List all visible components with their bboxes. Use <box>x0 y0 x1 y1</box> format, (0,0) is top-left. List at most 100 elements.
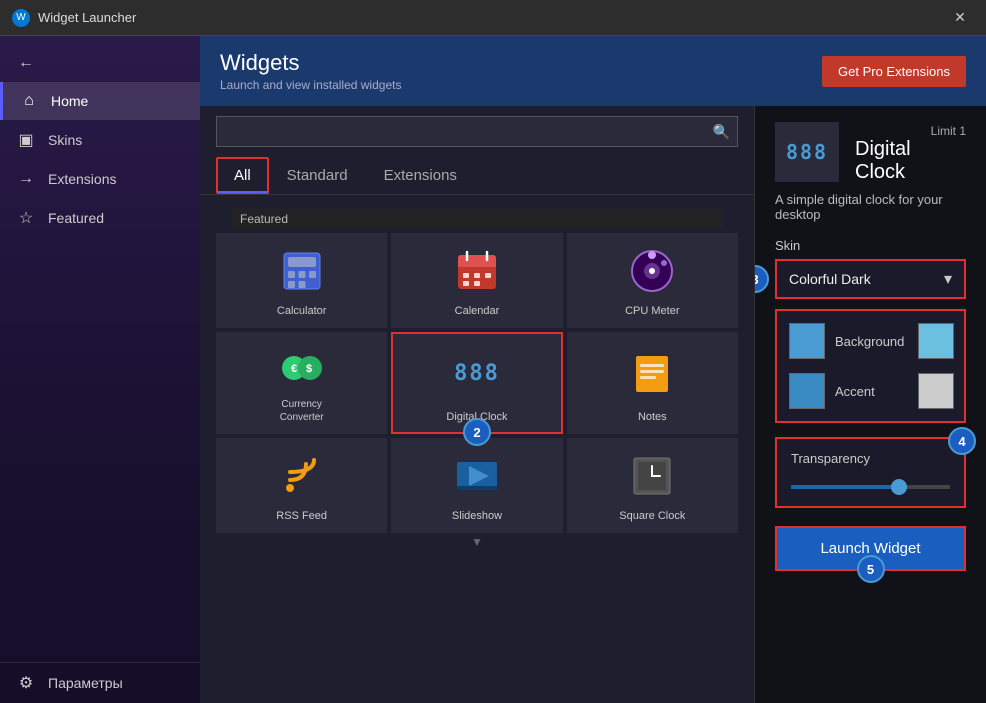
slideshow-label: Slideshow <box>452 509 502 523</box>
main-content: Widgets Launch and view installed widget… <box>200 36 986 703</box>
filter-tabs: All Standard Extensions <box>200 157 754 195</box>
sidebar-item-featured[interactable]: ☆ Featured <box>0 198 200 238</box>
sidebar-label-featured: Featured <box>48 210 104 226</box>
header-left: Widgets Launch and view installed widget… <box>220 50 401 92</box>
sidebar-label-skins: Skins <box>48 132 82 148</box>
svg-text:$: $ <box>306 363 312 375</box>
app-layout: ← ⌂ Home ▣ Skins → Extensions ☆ Featured… <box>0 36 986 703</box>
sidebar-label-home: Home <box>51 93 88 109</box>
swatch-background: Background <box>789 323 904 359</box>
notes-icon <box>628 344 676 404</box>
sidebar-item-back[interactable]: ← <box>0 44 200 82</box>
widget-tile-rss-feed[interactable]: RSS Feed <box>216 438 387 533</box>
swatch-accent-color[interactable] <box>789 373 825 409</box>
widget-grid-container: Featured Calculator <box>200 199 754 703</box>
skin-dropdown[interactable]: Colorful Dark Classic Minimal Dark <box>777 261 964 297</box>
extensions-icon: → <box>16 170 36 188</box>
detail-limit-row: Limit 1 <box>855 122 966 138</box>
swatch-font-color-label: Font Color <box>964 376 966 406</box>
header-subtitle: Launch and view installed widgets <box>220 78 401 92</box>
tab-all[interactable]: All <box>216 157 269 194</box>
calculator-icon <box>278 245 326 298</box>
sidebar-item-settings[interactable]: ⚙ Параметры <box>0 663 200 703</box>
widget-tile-notes[interactable]: Notes <box>567 332 738 434</box>
square-clock-label: Square Clock <box>619 509 685 523</box>
launch-btn-wrapper: Launch Widget 5 <box>775 526 966 571</box>
tab-extensions[interactable]: Extensions <box>366 157 475 194</box>
callout-3: 3 <box>755 265 769 293</box>
title-bar-text: Widget Launcher <box>38 10 938 25</box>
swatch-accent: Accent <box>789 373 904 409</box>
detail-panel: 888 Limit 1 Digital Clock A simple digit… <box>755 106 986 703</box>
sidebar-item-extensions[interactable]: → Extensions <box>0 160 200 198</box>
transparency-slider[interactable] <box>791 485 950 489</box>
detail-title-area: Limit 1 Digital Clock <box>855 122 966 184</box>
close-button[interactable]: ✕ <box>946 4 974 32</box>
swatch-background-label: Background <box>835 334 904 349</box>
search-icon: 🔍 <box>713 123 730 140</box>
header: Widgets Launch and view installed widget… <box>200 36 986 106</box>
callout-4: 4 <box>948 427 976 455</box>
calendar-label: Calendar <box>455 304 500 318</box>
digital-clock-icon: 888 <box>454 344 500 404</box>
widget-list-panel: 🔍 All Standard Extensions Featured <box>200 106 755 703</box>
sidebar-item-home[interactable]: ⌂ Home <box>0 82 200 120</box>
skin-label: Skin <box>775 238 966 253</box>
swatch-border-label: Border <box>964 334 966 349</box>
notes-label: Notes <box>638 410 667 424</box>
callout-2: 2 <box>463 418 491 446</box>
widget-tile-digital-clock[interactable]: 888 Digital Clock 2 <box>391 332 562 434</box>
currency-converter-icon: €$ <box>278 344 326 392</box>
currency-converter-label: CurrencyConverter <box>280 398 324 424</box>
detail-limit: Limit 1 <box>931 124 966 138</box>
scroll-down-indicator: ▼ <box>216 533 738 551</box>
skin-dropdown-container: Colorful Dark Classic Minimal Dark ▾ <box>777 261 964 297</box>
calculator-label: Calculator <box>277 304 327 318</box>
detail-widget-name: Digital Clock <box>855 138 966 184</box>
detail-header: 888 Limit 1 Digital Clock <box>775 122 966 184</box>
widget-tile-calculator[interactable]: Calculator <box>216 233 387 328</box>
get-pro-button[interactable]: Get Pro Extensions <box>822 56 966 87</box>
widget-grid: Calculator Calendar <box>216 233 738 533</box>
settings-icon: ⚙ <box>16 673 36 693</box>
swatch-font-color-color[interactable] <box>918 373 954 409</box>
featured-badge: Featured <box>232 209 722 229</box>
tab-standard[interactable]: Standard <box>269 157 366 194</box>
detail-preview: 888 <box>775 122 839 182</box>
sidebar-bottom: ⚙ Параметры <box>0 662 200 703</box>
content-area: 🔍 All Standard Extensions Featured <box>200 106 986 703</box>
home-icon: ⌂ <box>19 92 39 110</box>
swatch-border: Border <box>918 323 966 359</box>
square-clock-icon <box>628 450 676 503</box>
callout-5: 5 <box>857 555 885 583</box>
swatch-border-color[interactable] <box>918 323 954 359</box>
cpu-meter-label: CPU Meter <box>625 304 679 318</box>
svg-text:€: € <box>291 363 297 375</box>
header-title: Widgets <box>220 50 401 76</box>
swatch-font-color: Font Color <box>918 373 966 409</box>
widget-tile-calendar[interactable]: Calendar <box>391 233 562 328</box>
sidebar: ← ⌂ Home ▣ Skins → Extensions ☆ Featured… <box>0 36 200 703</box>
transparency-wrapper: Transparency <box>775 437 966 508</box>
title-bar: W Widget Launcher ✕ <box>0 0 986 36</box>
widget-tile-square-clock[interactable]: Square Clock <box>567 438 738 533</box>
cpu-meter-icon <box>628 245 676 298</box>
swatch-background-color[interactable] <box>789 323 825 359</box>
sidebar-label-settings: Параметры <box>48 675 123 691</box>
search-bar: 🔍 <box>216 116 738 147</box>
detail-description: A simple digital clock for your desktop <box>775 192 966 222</box>
widget-tile-cpu-meter[interactable]: CPU Meter <box>567 233 738 328</box>
back-icon: ← <box>16 54 36 72</box>
calendar-icon <box>453 245 501 298</box>
sidebar-item-skins[interactable]: ▣ Skins <box>0 120 200 160</box>
widget-tile-slideshow[interactable]: Slideshow <box>391 438 562 533</box>
skin-dropdown-wrapper: Colorful Dark Classic Minimal Dark ▾ <box>775 259 966 299</box>
search-input[interactable] <box>216 116 738 147</box>
color-swatches-wrapper: Background Border Accent Font Co <box>775 309 966 423</box>
color-swatches-grid: Background Border Accent Font Co <box>789 323 952 409</box>
widget-tile-currency-converter[interactable]: €$ CurrencyConverter <box>216 332 387 434</box>
featured-icon: ☆ <box>16 208 36 228</box>
swatch-accent-label: Accent <box>835 384 875 399</box>
rss-feed-icon <box>278 450 326 503</box>
app-icon: W <box>12 9 30 27</box>
